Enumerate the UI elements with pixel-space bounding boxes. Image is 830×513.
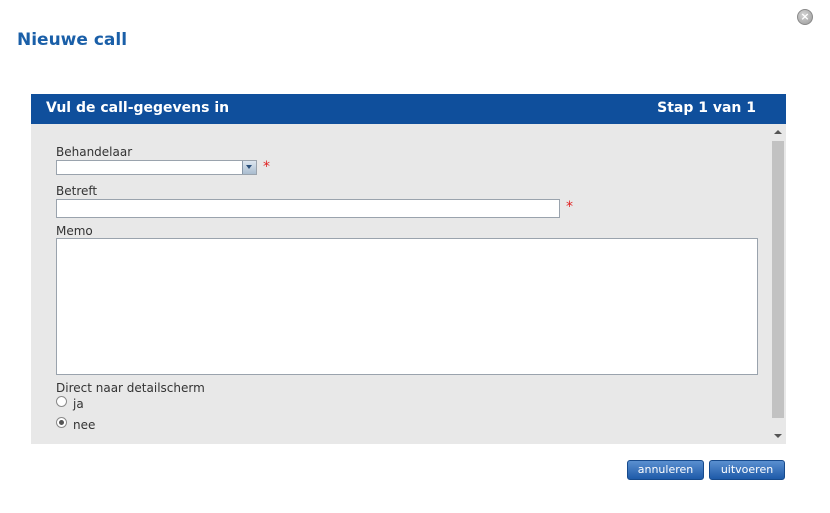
form-scrollbar[interactable] bbox=[771, 124, 786, 444]
wizard-header-title: Vul de call-gegevens in bbox=[46, 100, 230, 116]
behandelaar-select[interactable] bbox=[56, 160, 257, 175]
betreft-label: Betreft bbox=[56, 184, 98, 198]
form-area: Behandelaar * Betreft * Memo Direct naar… bbox=[31, 124, 786, 444]
dialog-title: Nieuwe call bbox=[17, 30, 128, 50]
new-call-dialog: × Nieuwe call Vul de call-gegevens in St… bbox=[0, 0, 830, 513]
radio-nee-label: nee bbox=[73, 418, 96, 432]
radio-nee[interactable] bbox=[56, 417, 67, 428]
scroll-down-icon[interactable] bbox=[774, 434, 782, 438]
radio-ja-label: ja bbox=[73, 397, 84, 411]
direct-detail-label: Direct naar detailscherm bbox=[56, 381, 205, 395]
close-icon[interactable]: × bbox=[797, 9, 813, 25]
required-marker: * bbox=[263, 159, 270, 175]
memo-label: Memo bbox=[56, 224, 93, 238]
scroll-thumb[interactable] bbox=[772, 141, 784, 418]
wizard-header: Vul de call-gegevens in Stap 1 van 1 bbox=[31, 94, 786, 124]
execute-button[interactable]: uitvoeren bbox=[709, 460, 785, 480]
behandelaar-label: Behandelaar bbox=[56, 145, 133, 159]
betreft-input[interactable] bbox=[56, 199, 560, 218]
radio-ja[interactable] bbox=[56, 396, 67, 407]
required-marker: * bbox=[566, 199, 573, 215]
wizard-step-indicator: Stap 1 van 1 bbox=[657, 100, 756, 116]
scroll-up-icon[interactable] bbox=[774, 130, 782, 134]
chevron-down-icon[interactable] bbox=[242, 161, 256, 174]
cancel-button[interactable]: annuleren bbox=[627, 460, 704, 480]
memo-textarea[interactable] bbox=[56, 238, 758, 375]
